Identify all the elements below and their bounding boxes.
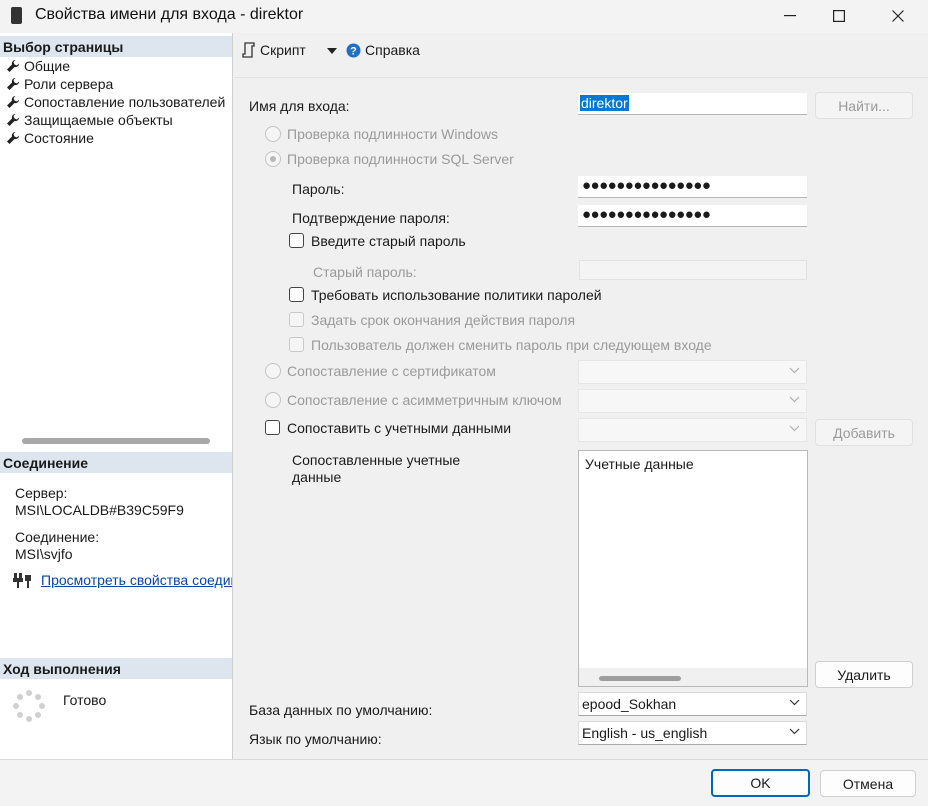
connection-label: Соединение:: [15, 529, 100, 545]
map-certificate-label: Сопоставление с сертификатом: [287, 363, 496, 379]
credential-combo[interactable]: [578, 418, 807, 442]
auth-sql-label: Проверка подлинности SQL Server: [287, 151, 514, 167]
wrench-icon: [7, 59, 20, 72]
title-bar: Свойства имени для входа - direktor: [0, 0, 928, 33]
old-password-label: Старый пароль:: [313, 264, 417, 280]
sidebar-item-status[interactable]: Состояние: [0, 129, 232, 147]
password-label: Пароль:: [292, 181, 345, 197]
app-icon: [11, 7, 22, 24]
connection-value: MSI\svjfo: [15, 546, 73, 562]
map-asym-key-radio[interactable]: [265, 392, 281, 408]
default-db-select[interactable]: epood_Sokhan: [578, 692, 807, 716]
toolbar: Скрипт ? Справка: [234, 33, 928, 69]
close-icon: [892, 9, 904, 22]
sidebar-item-server-roles[interactable]: Роли сервера: [0, 75, 232, 93]
enforce-expiration-checkbox[interactable]: [289, 312, 304, 327]
sidebar-item-label: Общие: [24, 58, 71, 74]
auth-windows-radio[interactable]: [265, 126, 281, 142]
confirm-password-input[interactable]: ●●●●●●●●●●●●●●●: [578, 205, 807, 227]
sidebar-item-general[interactable]: Общие: [0, 57, 232, 75]
map-credential-checkbox[interactable]: [265, 420, 280, 435]
mapped-credentials-label-1: Сопоставленные учетные: [292, 452, 461, 468]
sidebar-item-user-mapping[interactable]: Сопоставление пользователей: [0, 93, 232, 111]
enforce-policy-checkbox[interactable]: [289, 287, 304, 302]
map-certificate-radio[interactable]: [265, 363, 281, 379]
close-button[interactable]: [875, 0, 921, 31]
script-dropdown-icon[interactable]: [327, 48, 337, 54]
progress-status: Готово: [63, 692, 107, 708]
connection-plug-icon: [13, 573, 31, 588]
mapped-credentials-label-2: данные: [292, 469, 342, 485]
progress-header: Ход выполнения: [0, 658, 232, 679]
login-name-input[interactable]: direktor: [578, 93, 807, 115]
chevron-down-icon: [789, 425, 800, 432]
sidebar-item-label: Защищаемые объекты: [24, 112, 173, 128]
remove-button[interactable]: Удалить: [815, 661, 913, 688]
credentials-column-header: Учетные данные: [585, 456, 694, 472]
login-name-label: Имя для входа:: [249, 98, 350, 114]
enforce-policy-label: Требовать использование политики паролей: [311, 287, 602, 303]
cancel-button[interactable]: Отмена: [820, 770, 916, 797]
wrench-icon: [7, 77, 20, 90]
wrench-icon: [7, 113, 20, 126]
must-change-checkbox[interactable]: [289, 337, 304, 352]
default-lang-label: Язык по умолчанию:: [249, 731, 382, 747]
page-select-header: Выбор страницы: [0, 36, 232, 57]
default-db-label: База данных по умолчанию:: [249, 702, 433, 718]
help-icon: ?: [346, 43, 361, 57]
script-button[interactable]: Скрипт: [242, 42, 306, 58]
dialog-footer: OK Отмена: [0, 759, 928, 806]
find-button[interactable]: Найти...: [815, 92, 913, 119]
old-password-checkbox[interactable]: [289, 233, 304, 248]
must-change-label: Пользователь должен сменить пароль при с…: [311, 337, 712, 353]
mapped-credentials-list[interactable]: Учетные данные: [578, 450, 808, 687]
old-password-input[interactable]: [579, 260, 807, 280]
old-password-check-label: Введите старый пароль: [311, 233, 466, 249]
minimize-icon: [784, 14, 796, 16]
auth-sql-radio[interactable]: [265, 151, 281, 167]
connection-header: Соединение: [0, 452, 232, 473]
asym-key-combo[interactable]: [578, 389, 807, 413]
default-lang-select[interactable]: English - us_english: [578, 721, 807, 745]
help-button[interactable]: ? Справка: [346, 42, 420, 58]
sidebar-item-label: Роли сервера: [24, 76, 114, 92]
progress-spinner-icon: [13, 690, 45, 722]
certificate-combo[interactable]: [578, 360, 807, 384]
wrench-icon: [7, 95, 20, 108]
add-credential-button[interactable]: Добавить: [815, 419, 913, 446]
confirm-password-label: Подтверждение пароля:: [292, 210, 450, 226]
sidebar-item-label: Состояние: [24, 130, 94, 146]
maximize-button[interactable]: [816, 0, 862, 31]
wrench-icon: [7, 131, 20, 144]
chevron-down-icon: [789, 396, 800, 403]
map-credential-label: Сопоставить с учетными данными: [287, 420, 512, 436]
server-value: MSI\LOCALDB#B39C59F9: [15, 502, 184, 518]
minimize-button[interactable]: [767, 0, 813, 31]
view-connection-properties-link[interactable]: Просмотреть свойства соединения: [41, 572, 232, 588]
sidebar-scrollbar[interactable]: [22, 438, 210, 444]
sidebar-item-securables[interactable]: Защищаемые объекты: [0, 111, 232, 129]
svg-text:?: ?: [350, 45, 357, 57]
map-asym-key-label: Сопоставление с асимметричным ключом: [287, 392, 562, 408]
maximize-icon: [833, 9, 845, 22]
ok-button[interactable]: OK: [711, 769, 810, 797]
server-label: Сервер:: [15, 485, 68, 501]
window-title: Свойства имени для входа - direktor: [35, 6, 304, 23]
sidebar-item-label: Сопоставление пользователей: [24, 94, 226, 110]
chevron-down-icon: [789, 699, 800, 706]
list-hscroll-thumb[interactable]: [599, 676, 681, 681]
chevron-down-icon: [789, 728, 800, 735]
enforce-expiration-label: Задать срок окончания действия пароля: [311, 312, 576, 328]
chevron-down-icon: [789, 367, 800, 374]
sidebar: Выбор страницы Общие Роли сервера Сопост…: [0, 33, 233, 759]
toolbar-divider: [234, 77, 928, 78]
password-input[interactable]: ●●●●●●●●●●●●●●●: [578, 176, 807, 198]
auth-windows-label: Проверка подлинности Windows: [287, 126, 498, 142]
script-icon: [242, 42, 255, 58]
